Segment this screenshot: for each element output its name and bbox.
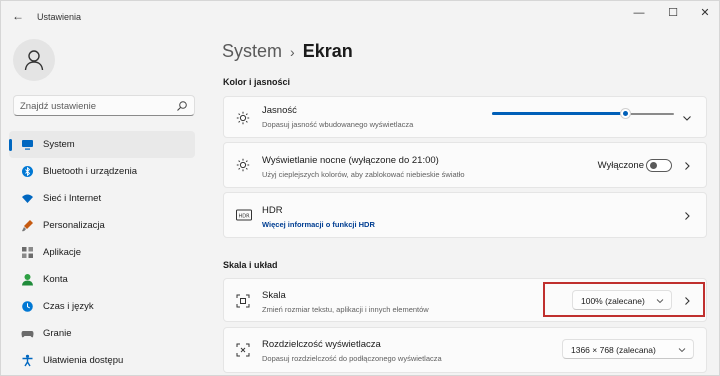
search-box[interactable] [13,95,195,116]
section-title-scale: Skala i układ [223,260,278,270]
chevron-down-icon[interactable] [682,113,692,123]
accessibility-icon [22,354,33,367]
resolution-title: Rozdzielczość wyświetlacza [262,339,381,350]
hdr-icon: HDR [236,209,252,221]
sidebar-item-label: Czas i język [43,301,94,312]
section-title-color: Kolor i jasności [223,77,291,87]
night-light-toggle[interactable] [646,159,672,172]
settings-window: ← Ustawienia — ☐ ✕ System [0,0,720,376]
brightness-subtitle: Dopasuj jasność wbudowanego wyświetlacza [262,120,414,129]
scale-icon [236,294,250,308]
resolution-dropdown-value: 1366 × 768 (zalecana) [571,345,656,355]
brightness-title: Jasność [262,105,297,116]
sidebar-item-label: Granie [43,328,72,339]
brush-icon [22,220,33,232]
hdr-card[interactable]: HDR HDR Więcej informacji o funkcji HDR [223,192,707,238]
search-icon[interactable] [176,100,188,112]
gamepad-icon [21,331,34,338]
sidebar-item-label: Sieć i Internet [43,193,102,204]
title-bar: ← Ustawienia — ☐ ✕ [1,1,719,31]
slider-thumb[interactable] [619,108,631,119]
sidebar-item-personalization[interactable]: Personalizacja [9,212,195,239]
hdr-info-link[interactable]: Więcej informacji o funkcji HDR [262,220,375,229]
sidebar-item-label: System [43,139,75,150]
apps-icon [22,247,33,258]
sidebar-item-bluetooth[interactable]: Bluetooth i urządzenia [9,158,195,185]
avatar[interactable] [13,39,55,81]
scale-subtitle: Zmień rozmiar tekstu, aplikacji i innych… [262,305,429,314]
night-light-card[interactable]: Wyświetlanie nocne (wyłączone do 21:00) … [223,142,707,188]
chevron-right-icon[interactable] [682,211,692,221]
sidebar-item-time-language[interactable]: Czas i język [9,293,195,320]
maximize-button[interactable]: ☐ [659,5,687,21]
breadcrumb: System › Ekran [222,41,353,62]
night-light-icon [236,158,250,172]
hdr-title: HDR [262,205,283,216]
highlight-box [543,282,705,317]
resolution-icon [236,343,250,357]
globe-clock-icon [22,301,33,312]
sidebar-item-label: Personalizacja [43,220,105,231]
sidebar-item-accessibility[interactable]: Ułatwienia dostępu [9,347,195,374]
minimize-button[interactable]: — [625,5,653,21]
scale-title: Skala [262,290,286,301]
night-light-state-label: Wyłączone [597,160,644,171]
wifi-icon [22,194,33,203]
person-icon [22,274,33,286]
minimize-icon: — [633,7,645,19]
app-title: Ustawienia [37,12,82,22]
hdr-badge-text: HDR [238,214,250,220]
sidebar-item-apps[interactable]: Aplikacje [9,239,195,266]
resolution-dropdown[interactable]: 1366 × 768 (zalecana) [562,339,694,359]
chevron-right-icon[interactable] [682,161,692,171]
night-light-subtitle: Użyj cieplejszych kolorów, aby zablokowa… [262,170,465,179]
sidebar-item-label: Aplikacje [43,247,82,258]
close-icon: ✕ [700,7,710,19]
breadcrumb-separator: › [290,44,295,60]
sidebar-item-label: Bluetooth i urządzenia [43,166,138,177]
brightness-icon [236,111,250,125]
chevron-down-icon [678,348,686,353]
sidebar-item-accounts[interactable]: Konta [9,266,195,293]
breadcrumb-parent[interactable]: System [222,41,282,61]
sidebar-item-network[interactable]: Sieć i Internet [9,185,195,212]
sidebar-nav: System Bluetooth i urządzenia Sieć i Int… [9,131,195,374]
sidebar-item-label: Konta [43,274,68,285]
slider-fill [492,112,625,115]
sidebar-item-label: Ułatwienia dostępu [43,355,124,366]
resolution-card[interactable]: Rozdzielczość wyświetlacza Dopasuj rozdz… [223,327,707,373]
brightness-slider[interactable] [492,108,674,119]
close-button[interactable]: ✕ [691,5,719,21]
night-light-title: Wyświetlanie nocne (wyłączone do 21:00) [262,155,439,166]
back-arrow-icon: ← [12,9,24,23]
back-button[interactable]: ← [11,9,25,23]
sidebar-item-system[interactable]: System [9,131,195,158]
brightness-card[interactable]: Jasność Dopasuj jasność wbudowanego wyśw… [223,96,707,138]
monitor-icon [22,140,33,150]
search-input[interactable] [20,99,170,113]
page-title: Ekran [302,41,353,61]
resolution-subtitle: Dopasuj rozdzielczość do podłączonego wy… [262,354,442,363]
bluetooth-icon [22,166,33,177]
user-icon [24,50,44,71]
sidebar-item-gaming[interactable]: Granie [9,320,195,347]
maximize-icon: ☐ [668,7,678,19]
